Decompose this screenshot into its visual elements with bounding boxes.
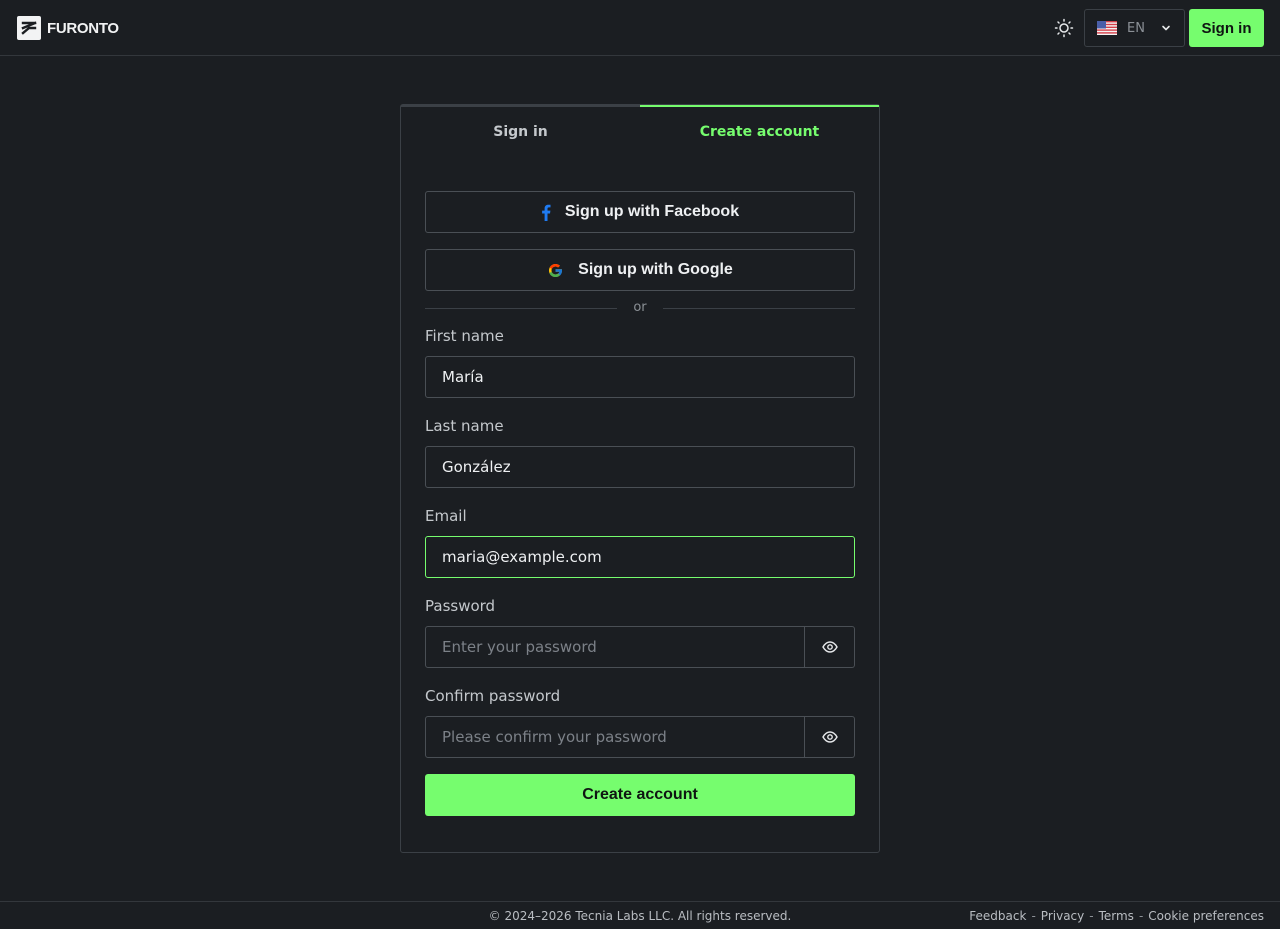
- toggle-password-visibility-button[interactable]: [805, 626, 855, 668]
- logo-text: FURONTO: [47, 19, 119, 37]
- top-header: FURONTO EN Sign in: [0, 0, 1280, 56]
- auth-card: Sign in Create account Sign up with Face…: [400, 104, 880, 853]
- google-signup-label: Sign up with Google: [578, 261, 733, 278]
- theme-toggle-button[interactable]: [1052, 16, 1076, 40]
- footer-separator: -: [1031, 909, 1036, 923]
- language-code: EN: [1127, 20, 1145, 36]
- first-name-label: First name: [425, 327, 504, 345]
- facebook-icon: [541, 204, 551, 221]
- divider-line-right: [663, 308, 855, 309]
- google-icon: [547, 262, 564, 279]
- footer-links: Feedback - Privacy - Terms - Cookie pref…: [969, 909, 1264, 923]
- eye-icon: [821, 641, 838, 653]
- or-divider: or: [425, 300, 855, 316]
- footer-link-feedback[interactable]: Feedback: [969, 909, 1026, 923]
- tab-create-account[interactable]: Create account: [640, 105, 879, 157]
- confirm-password-input[interactable]: [425, 716, 805, 758]
- us-flag-icon: [1097, 21, 1117, 35]
- email-input[interactable]: [425, 536, 855, 578]
- last-name-label: Last name: [425, 417, 504, 435]
- password-input[interactable]: [425, 626, 805, 668]
- header-sign-in-button[interactable]: Sign in: [1189, 9, 1264, 47]
- sun-icon: [1054, 18, 1074, 38]
- facebook-signup-label: Sign up with Facebook: [564, 203, 740, 220]
- footer: © 2024–2026 Tecnia Labs LLC. All rights …: [0, 901, 1280, 929]
- create-account-button[interactable]: Create account: [425, 774, 855, 816]
- toggle-confirm-visibility-button[interactable]: [805, 716, 855, 758]
- logo[interactable]: FURONTO: [17, 16, 119, 40]
- footer-separator: -: [1138, 909, 1144, 923]
- eye-icon: [821, 731, 838, 743]
- first-name-input[interactable]: [425, 356, 855, 398]
- language-select[interactable]: EN: [1084, 9, 1185, 47]
- confirm-password-label: Confirm password: [425, 687, 561, 705]
- email-label: Email: [425, 507, 467, 525]
- logo-mark-icon: [17, 16, 41, 40]
- chevron-down-icon: [1162, 25, 1170, 31]
- last-name-input[interactable]: [425, 446, 855, 488]
- footer-link-privacy[interactable]: Privacy: [1041, 909, 1084, 923]
- footer-separator: -: [1089, 909, 1094, 923]
- footer-link-terms[interactable]: Terms: [1099, 909, 1134, 923]
- password-label: Password: [425, 597, 496, 615]
- footer-link-cookie-preferences[interactable]: Cookie preferences: [1148, 909, 1264, 923]
- auth-tabs: Sign in Create account: [401, 105, 879, 157]
- google-signup-button[interactable]: Sign up with Google: [425, 249, 855, 291]
- facebook-signup-button[interactable]: Sign up with Facebook: [425, 191, 855, 233]
- tab-sign-in[interactable]: Sign in: [401, 105, 640, 157]
